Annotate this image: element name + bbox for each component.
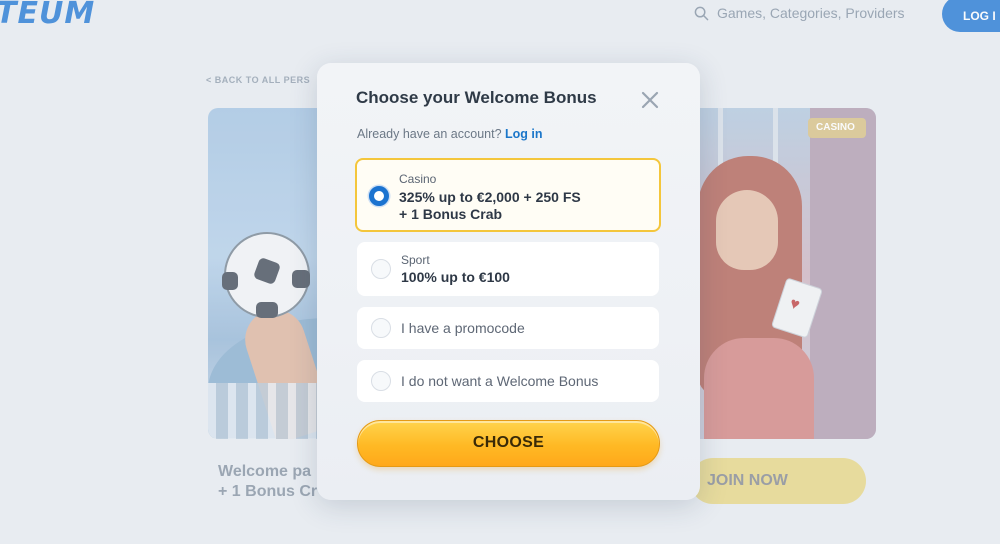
choose-button[interactable]: CHOOSE [357, 420, 660, 467]
welcome-bonus-modal: Choose your Welcome Bonus Already have a… [317, 63, 700, 500]
option-label: I have a promocode [401, 320, 525, 336]
login-link[interactable]: Log in [505, 127, 543, 141]
radio-empty-icon[interactable] [371, 371, 391, 391]
bonus-option-none[interactable]: I do not want a Welcome Bonus [357, 360, 659, 402]
account-prompt: Already have an account? Log in [357, 127, 543, 141]
bonus-option-sport[interactable]: Sport 100% up to €100 [357, 242, 659, 296]
bonus-option-promocode[interactable]: I have a promocode [357, 307, 659, 349]
option-offer-line1: 100% up to €100 [401, 269, 510, 285]
radio-selected-icon[interactable] [369, 186, 389, 206]
option-category: Sport [401, 253, 430, 267]
option-label: I do not want a Welcome Bonus [401, 373, 599, 389]
radio-empty-icon[interactable] [371, 318, 391, 338]
option-offer-line2: + 1 Bonus Crab [399, 206, 503, 222]
close-button[interactable] [639, 89, 661, 111]
bonus-option-casino[interactable]: Casino 325% up to €2,000 + 250 FS + 1 Bo… [355, 158, 661, 232]
option-category: Casino [399, 172, 437, 186]
close-icon [641, 91, 659, 109]
modal-title: Choose your Welcome Bonus [356, 88, 597, 107]
radio-empty-icon[interactable] [371, 259, 391, 279]
option-offer-line1: 325% up to €2,000 + 250 FS [399, 189, 581, 205]
